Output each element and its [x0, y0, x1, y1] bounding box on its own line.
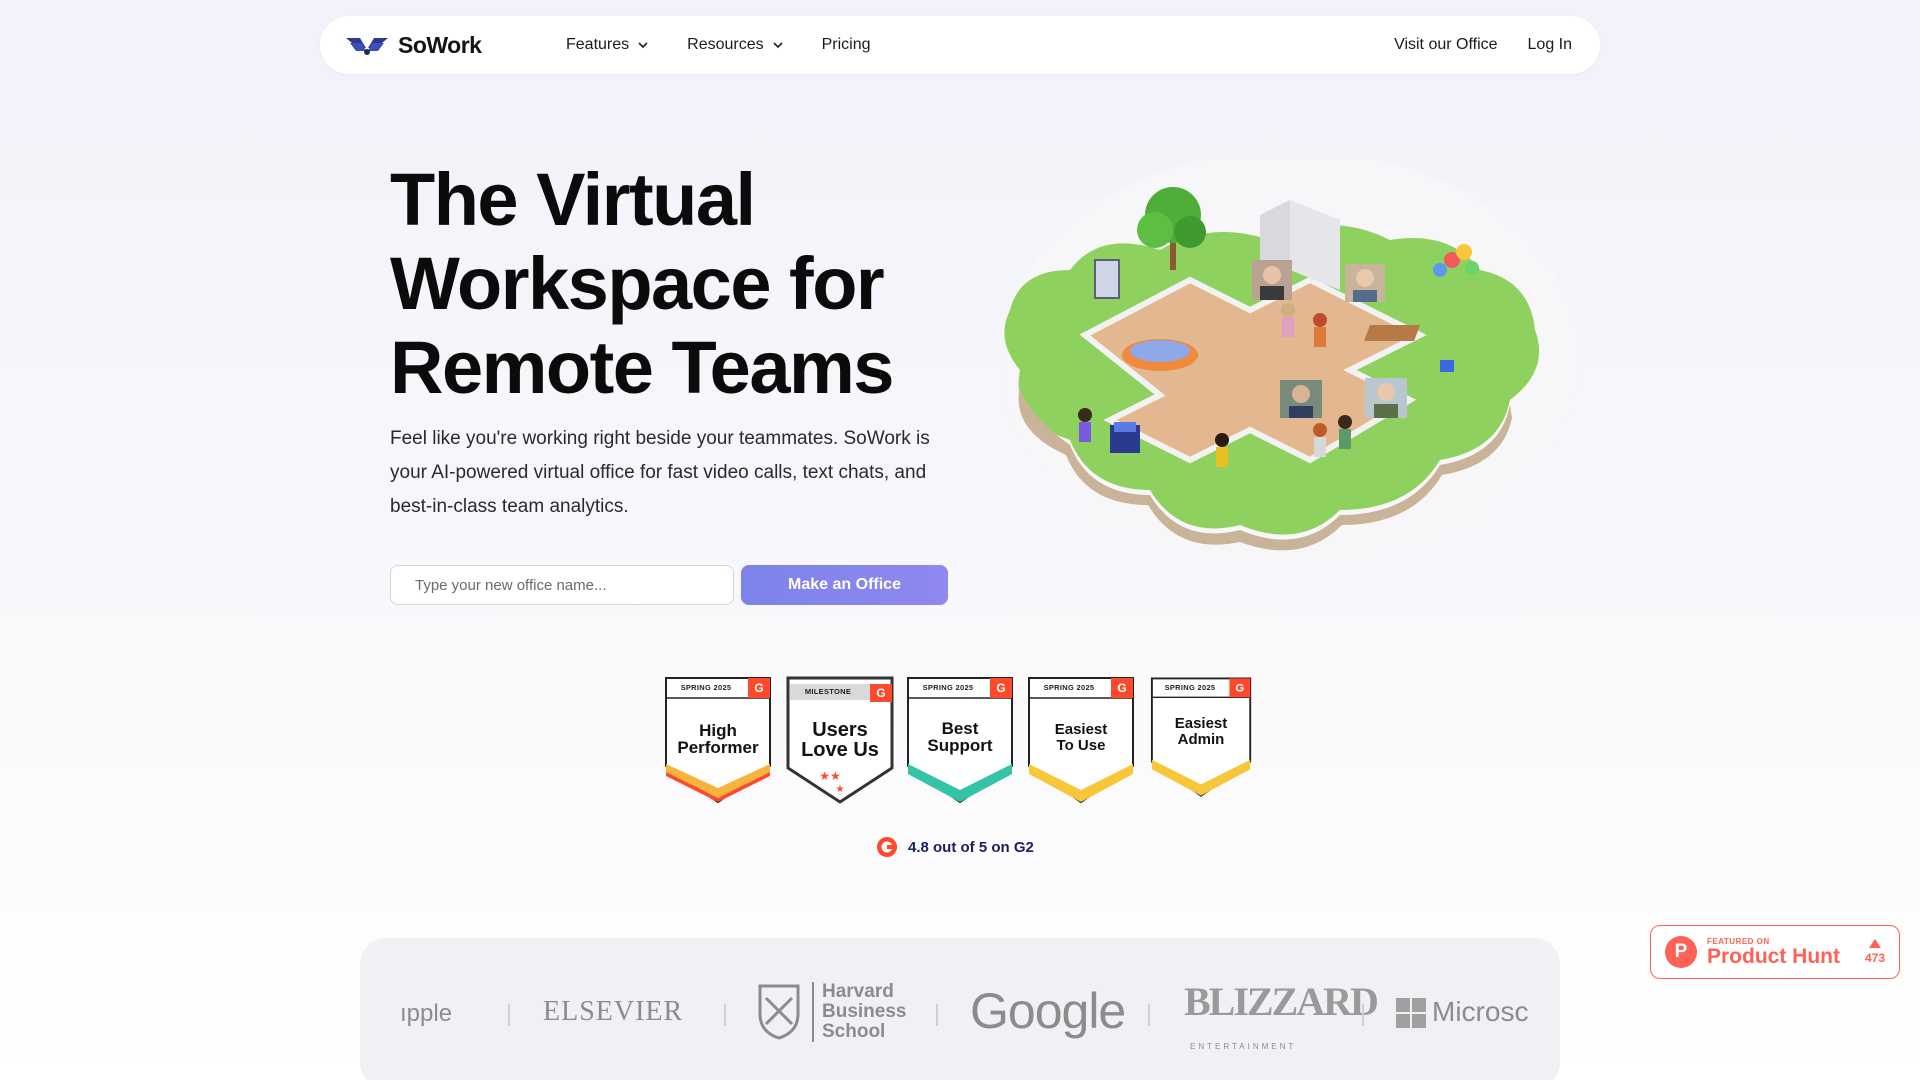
- nav-right: Visit our Office Log In: [1394, 36, 1572, 54]
- nav-resources-label: Resources: [687, 36, 764, 53]
- hero-title-line: Workspace for: [390, 242, 885, 325]
- badge-label: SPRING 2025: [1043, 683, 1095, 692]
- harvard-logo: Harvard Business School: [822, 982, 906, 1042]
- badge-title-line: Easiest: [1054, 721, 1108, 738]
- badge-users-love-us: G ★★ ★ MILESTONE Users Love Us: [786, 676, 896, 806]
- microsoft-logo-icon: [1396, 998, 1426, 1028]
- svg-text:G: G: [996, 681, 1005, 695]
- logo-divider: [508, 1004, 510, 1026]
- blizzard-logo: BLIZZARD: [1184, 979, 1379, 1024]
- sowork-logo[interactable]: SoWork: [344, 32, 554, 59]
- hero-subtitle: Feel like you're working right beside yo…: [390, 428, 930, 517]
- elsevier-logo: ELSEVIER: [543, 996, 684, 1027]
- badge-high-performer: G SPRING 2025 High Performer: [664, 676, 774, 806]
- ph-vote-count: 473: [1864, 951, 1885, 965]
- badge-label: SPRING 2025: [680, 683, 732, 692]
- svg-text:G: G: [754, 681, 763, 695]
- hero-title: The Virtual Workspace for Remote Teams: [390, 158, 990, 410]
- logo-divider: [1148, 1004, 1150, 1026]
- svg-text:★: ★: [836, 784, 845, 795]
- brand-name: SoWork: [398, 31, 482, 58]
- badge-title: Easiest Admin: [1150, 716, 1252, 748]
- badge-title-line: Users: [812, 719, 868, 741]
- badge-title: Best Support: [906, 720, 1014, 754]
- visit-office-link[interactable]: Visit our Office: [1394, 36, 1497, 54]
- upvote-arrow-icon: [1868, 939, 1881, 948]
- nav-resources[interactable]: Resources: [687, 36, 783, 54]
- logo-divider: [1362, 1004, 1364, 1026]
- nav-features[interactable]: Features: [566, 36, 649, 54]
- virtual-office-illustration: [1000, 160, 1580, 570]
- badge-title-line: Best: [941, 719, 979, 738]
- nav-links: Features Resources Pricing: [566, 36, 871, 54]
- apple-logo: ıpple: [400, 1000, 453, 1027]
- svg-text:G: G: [876, 686, 885, 700]
- badge-easiest-admin: G SPRING 2025 Easiest Admin: [1150, 676, 1260, 806]
- badge-label: SPRING 2025: [1164, 683, 1216, 692]
- top-navbar: SoWork Features Resources Pricing Visit …: [320, 16, 1600, 74]
- product-hunt-icon: P: [1665, 936, 1697, 968]
- badge-title-line: Easiest: [1174, 715, 1228, 732]
- nav-features-label: Features: [566, 36, 630, 53]
- g2-badges: G SPRING 2025 High Performer G ★★ ★ MILE…: [664, 676, 1264, 806]
- badge-best-support: G SPRING 2025 Best Support: [906, 676, 1016, 806]
- rating-text: 4.8 out of 5 on G2: [908, 838, 1034, 856]
- badge-title-line: High: [699, 721, 737, 740]
- harvard-logo-line: School: [822, 1021, 886, 1042]
- ph-name: Product Hunt: [1707, 944, 1840, 968]
- harvard-shield-icon: [758, 984, 800, 1040]
- svg-text:G: G: [1235, 683, 1244, 695]
- badge-title: Users Love Us: [786, 720, 894, 760]
- badge-title-line: Admin: [1177, 731, 1225, 748]
- product-hunt-text: FEATURED ON Product Hunt: [1707, 937, 1840, 968]
- badge-title-line: Performer: [677, 738, 759, 757]
- badge-label: SPRING 2025: [922, 683, 974, 692]
- harvard-logo-line: Business: [822, 1001, 907, 1022]
- logo-divider: [724, 1004, 726, 1026]
- harvard-logo-line: Harvard: [822, 981, 894, 1002]
- make-office-button[interactable]: Make an Office: [741, 565, 948, 605]
- harvard-divider: [812, 982, 814, 1042]
- office-name-input[interactable]: [390, 565, 734, 605]
- product-hunt-badge[interactable]: P FEATURED ON Product Hunt 473: [1650, 925, 1900, 979]
- badge-title-line: Love Us: [801, 739, 879, 761]
- hero-title-line: The Virtual: [390, 158, 756, 241]
- microsoft-logo: Microsc: [1432, 996, 1529, 1027]
- badge-easiest-to-use: G SPRING 2025 Easiest To Use: [1027, 676, 1137, 806]
- badge-label: MILESTONE: [804, 687, 852, 696]
- badge-title-line: To Use: [1056, 737, 1106, 754]
- svg-text:G: G: [1117, 681, 1126, 695]
- badge-title: High Performer: [664, 722, 772, 756]
- google-logo: Google: [970, 983, 1126, 1039]
- badge-title-line: Support: [927, 736, 993, 755]
- logo-divider: [936, 1004, 938, 1026]
- customer-logos-strip: ıpple ELSEVIER Harvard Business School G…: [360, 938, 1560, 1080]
- hero-title-line: Remote Teams: [390, 326, 894, 409]
- badge-title: Easiest To Use: [1027, 722, 1135, 754]
- svg-text:★★: ★★: [819, 769, 841, 783]
- blizzard-sub: ENTERTAINMENT: [1190, 1042, 1297, 1051]
- sowork-wings-icon: [346, 38, 388, 55]
- g2-rating[interactable]: 4.8 out of 5 on G2: [876, 836, 1034, 858]
- g2-logo-icon: [877, 837, 897, 857]
- nav-pricing[interactable]: Pricing: [822, 36, 871, 54]
- nav-pricing-label: Pricing: [821, 36, 871, 53]
- login-link[interactable]: Log In: [1528, 36, 1572, 54]
- chevron-down-icon: [638, 42, 648, 49]
- chevron-down-icon: [773, 42, 783, 49]
- ph-votes: 473: [1865, 939, 1885, 965]
